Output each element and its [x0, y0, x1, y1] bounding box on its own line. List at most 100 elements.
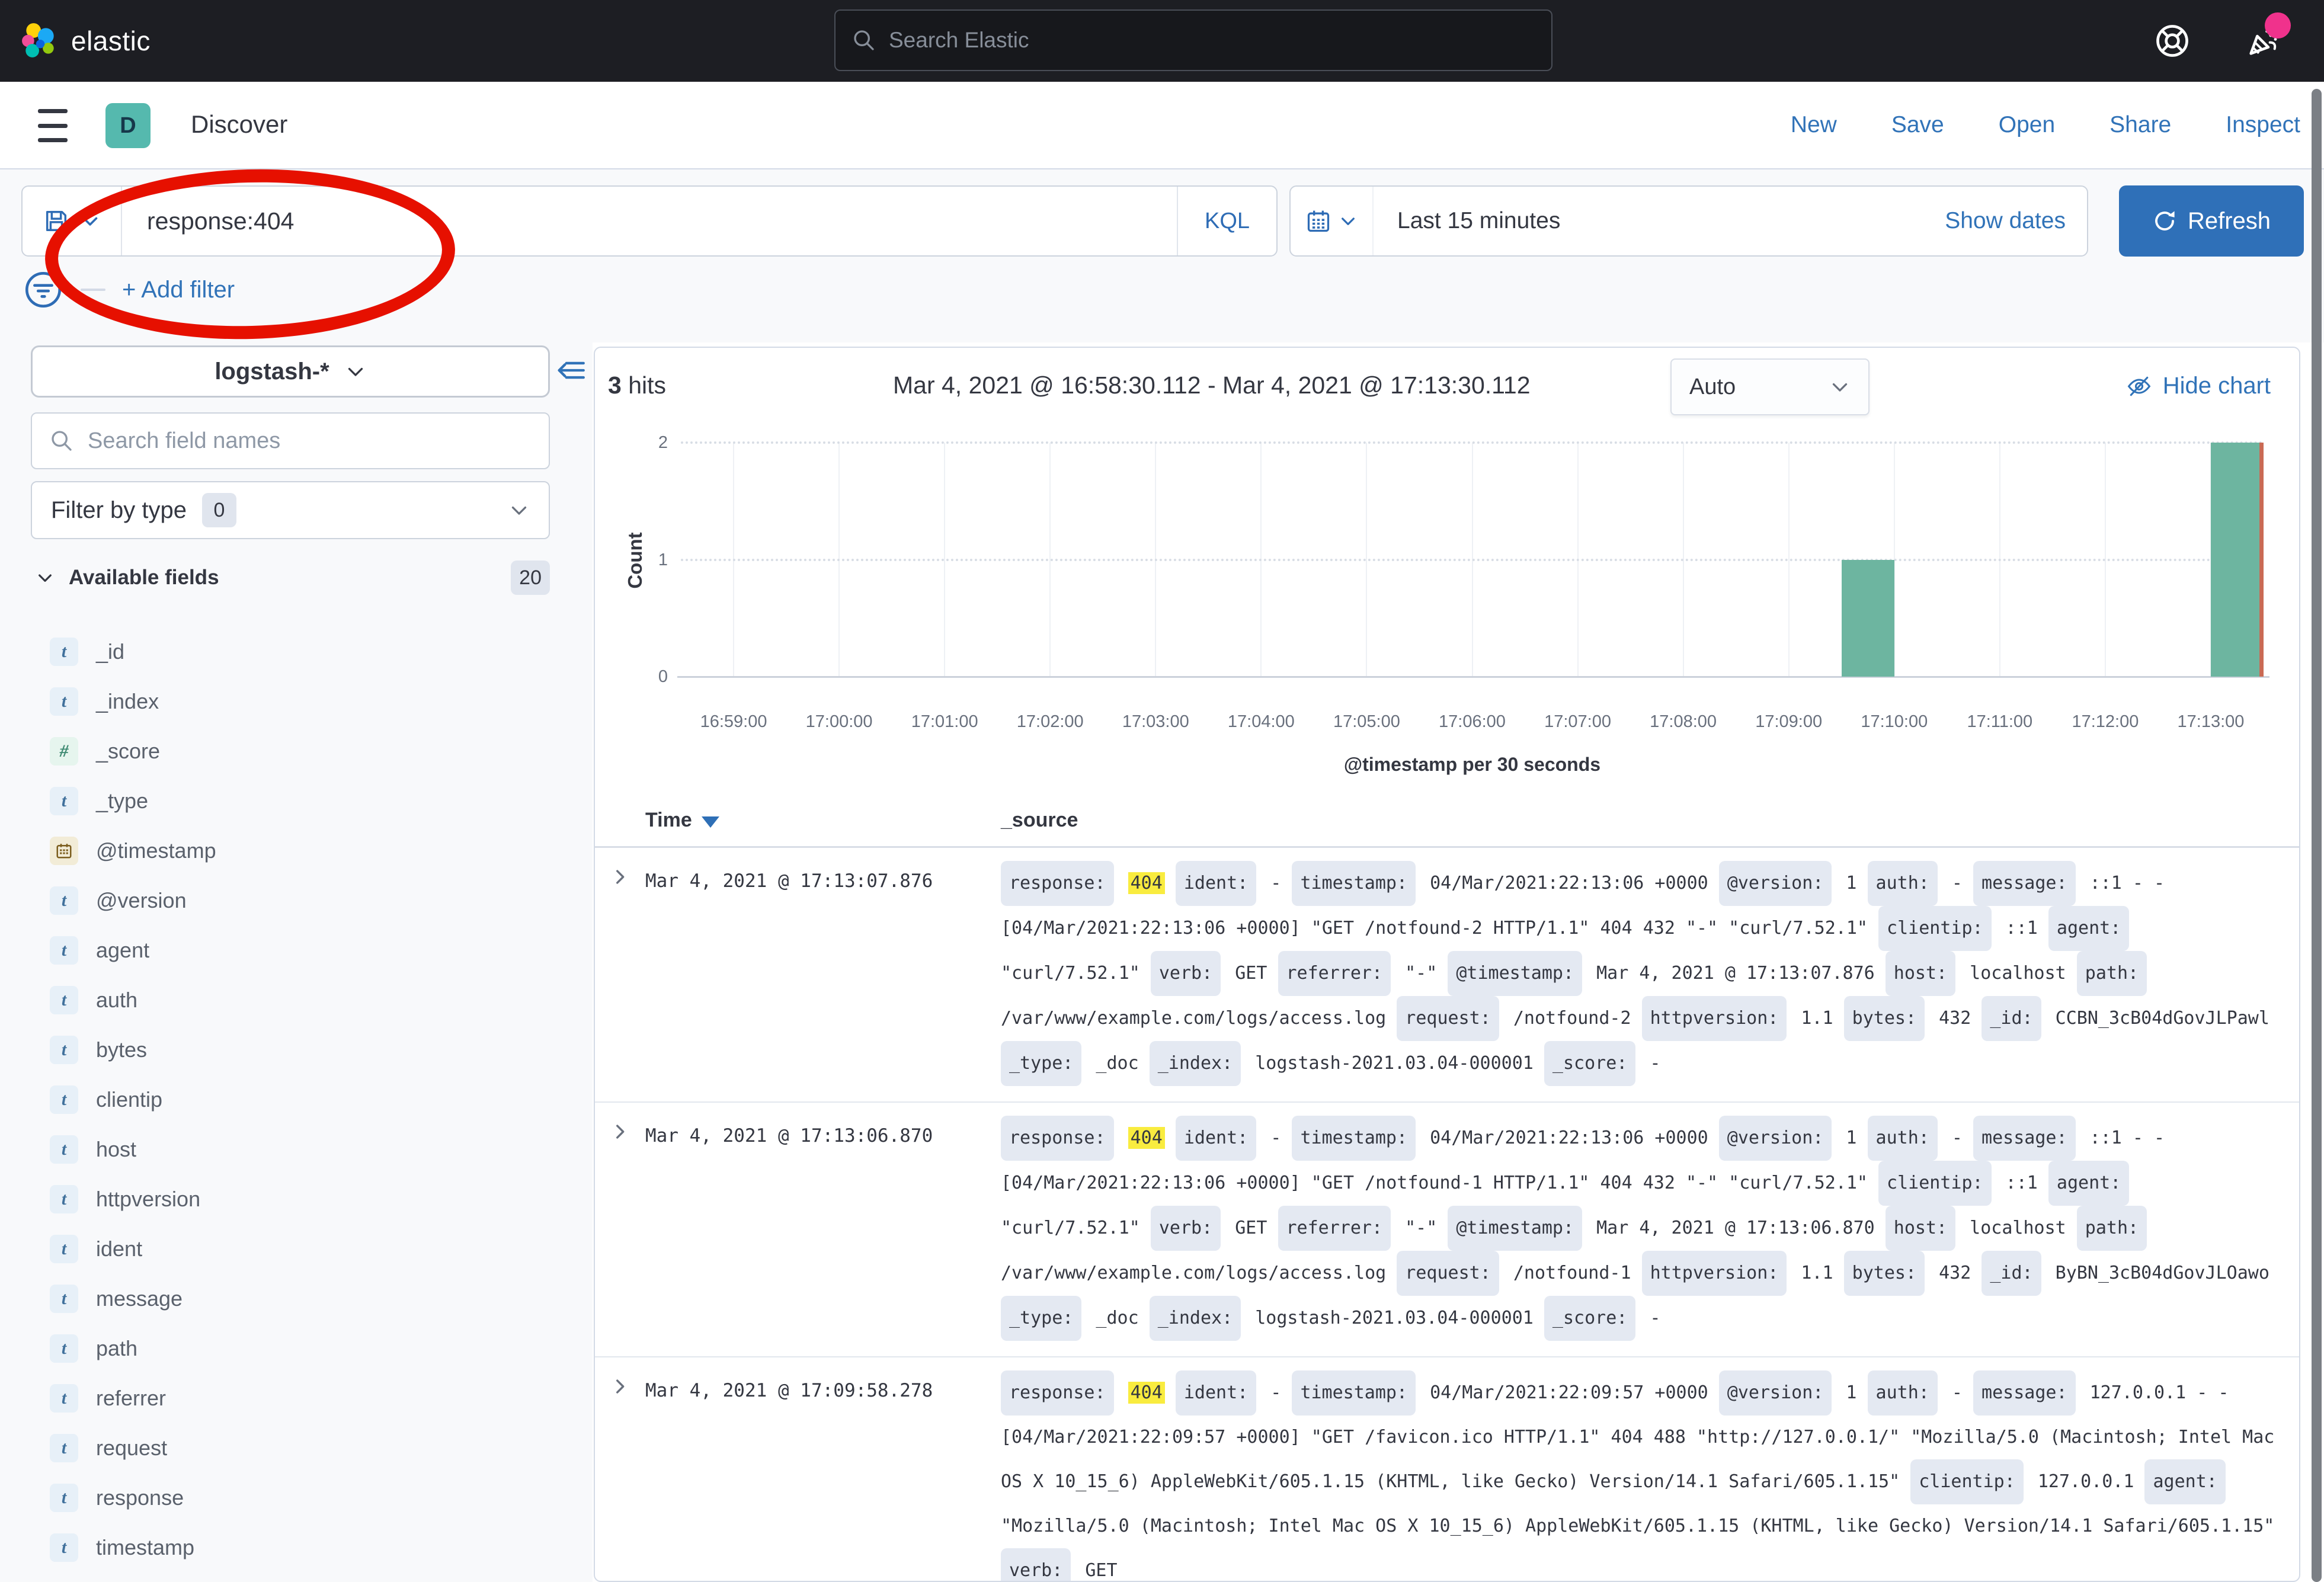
global-search-input[interactable]: Search Elastic — [834, 9, 1552, 71]
elastic-logo-icon — [20, 21, 59, 60]
histogram-bar-17:13:00[interactable] — [2211, 443, 2264, 677]
field-item-version[interactable]: t @version — [0, 876, 593, 925]
app-bar: D Discover NewSaveOpenShareInspect — [0, 82, 2324, 169]
field-item-clientip[interactable]: tclientip — [0, 1075, 593, 1125]
time-picker-quick-menu-button[interactable] — [1291, 187, 1374, 255]
saved-query-menu-button[interactable] — [23, 187, 122, 255]
horizontal-gridline — [681, 441, 2264, 444]
hide-chart-link[interactable]: Hide chart — [2126, 373, 2271, 399]
save-query-icon — [43, 207, 70, 235]
string-token-icon: t — [50, 986, 78, 1014]
discover-results-panel: 3 hits Mar 4, 2021 @ 16:58:30.112 - Mar … — [594, 347, 2300, 1582]
field-item-auth[interactable]: tauth — [0, 975, 593, 1025]
query-language-button[interactable]: KQL — [1177, 187, 1276, 255]
field-item-httpversion[interactable]: thttpversion — [0, 1174, 593, 1224]
row-timestamp: Mar 4, 2021 @ 17:13:06.870 — [645, 1116, 1001, 1341]
collapse-sidebar-icon[interactable] — [553, 353, 588, 388]
news-party-popper-icon[interactable] — [2245, 22, 2283, 60]
field-item-type[interactable]: t_type — [0, 776, 593, 826]
x-axis-tick-label: 17:10:00 — [1841, 712, 1948, 732]
source-field-badge: timestamp: — [1292, 1370, 1416, 1416]
source-field-badge: timestamp: — [1292, 1116, 1416, 1161]
source-field-badge: referrer: — [1278, 951, 1391, 996]
available-fields-header[interactable]: Available fields 20 — [36, 561, 550, 595]
source-field-badge: clientip: — [1878, 906, 1992, 951]
y-axis-tick-label: 2 — [626, 433, 668, 453]
field-search-input[interactable]: Search field names — [31, 412, 550, 469]
expand-row-chevron-icon[interactable] — [610, 861, 645, 1086]
histogram-bar-17:09:30[interactable] — [1842, 560, 1894, 677]
source-field-badge: _index: — [1150, 1296, 1241, 1341]
field-search-placeholder: Search field names — [88, 428, 280, 454]
nav-action-open[interactable]: Open — [1999, 112, 2055, 138]
source-field-badge: host: — [1886, 1206, 1955, 1251]
row-source: response: 404 ident: - timestamp: 04/Mar… — [1001, 861, 2275, 1086]
highlighted-value: 404 — [1128, 1127, 1165, 1149]
x-axis-tick-label: 16:59:00 — [680, 712, 787, 732]
add-filter-link[interactable]: + Add filter — [122, 277, 235, 303]
field-item-response[interactable]: tresponse — [0, 1473, 593, 1523]
field-item-message[interactable]: tmessage — [0, 1274, 593, 1324]
field-item-request[interactable]: trequest — [0, 1423, 593, 1473]
field-item-path[interactable]: tpath — [0, 1324, 593, 1373]
nav-action-share[interactable]: Share — [2109, 112, 2171, 138]
fields-sidebar: logstash-* Search field names Filter by … — [0, 342, 593, 1582]
field-item-agent[interactable]: tagent — [0, 925, 593, 975]
time-range-display[interactable]: Last 15 minutes — [1374, 208, 1945, 234]
row-timestamp: Mar 4, 2021 @ 17:13:07.876 — [645, 861, 1001, 1086]
field-item-referrer[interactable]: treferrer — [0, 1373, 593, 1423]
source-field-badge: @timestamp: — [1448, 1206, 1582, 1251]
field-item-ident[interactable]: tident — [0, 1224, 593, 1274]
histogram-chart[interactable]: Count 16:59:0017:00:0017:01:0017:02:0017… — [595, 431, 2299, 798]
field-name: ident — [96, 1237, 142, 1261]
field-name: _index — [96, 689, 159, 714]
source-field-badge: @version: — [1719, 1116, 1832, 1161]
search-icon — [852, 28, 876, 52]
chart-time-range-title: Mar 4, 2021 @ 16:58:30.112 - Mar 4, 2021… — [893, 372, 1531, 399]
field-item-score[interactable]: # _score — [0, 726, 593, 776]
field-item-timestamp[interactable]: @timestamp — [0, 826, 593, 876]
search-icon — [50, 429, 73, 453]
expand-row-chevron-icon[interactable] — [610, 1116, 645, 1341]
vertical-scrollbar[interactable] — [2312, 89, 2322, 1582]
show-dates-link[interactable]: Show dates — [1945, 208, 2087, 234]
kql-query-input[interactable]: response:404 — [122, 207, 1177, 235]
x-axis-tick-label: 17:06:00 — [1419, 712, 1526, 732]
documents-table-body: Mar 4, 2021 @ 17:13:07.876response: 404 … — [595, 848, 2299, 1582]
menu-hamburger-icon[interactable] — [38, 109, 68, 142]
nav-action-new[interactable]: New — [1791, 112, 1837, 138]
field-item-id[interactable]: t_id — [0, 627, 593, 677]
expand-row-chevron-icon[interactable] — [610, 1370, 645, 1582]
field-item-bytes[interactable]: tbytes — [0, 1025, 593, 1075]
field-name: _score — [96, 739, 160, 764]
source-field-badge: @version: — [1719, 1370, 1832, 1416]
help-life-buoy-icon[interactable] — [2153, 22, 2191, 60]
index-pattern-select[interactable]: logstash-* — [31, 345, 550, 398]
row-timestamp: Mar 4, 2021 @ 17:09:58.278 — [645, 1370, 1001, 1582]
interval-select[interactable]: Auto — [1670, 358, 1870, 415]
source-field-badge: @version: — [1719, 861, 1832, 906]
field-item-index[interactable]: t_index — [0, 677, 593, 726]
field-name: @timestamp — [96, 838, 216, 863]
field-item-timestamp[interactable]: ttimestamp — [0, 1523, 593, 1573]
time-column-header[interactable]: Time — [645, 809, 719, 832]
refresh-button[interactable]: Refresh — [2119, 185, 2304, 257]
elastic-brand[interactable]: elastic — [20, 21, 151, 60]
filter-circle-icon[interactable] — [23, 269, 64, 310]
filter-by-type-select[interactable]: Filter by type 0 — [31, 481, 550, 539]
source-field-badge: ident: — [1176, 861, 1256, 906]
discover-app-badge[interactable]: D — [105, 103, 151, 148]
index-pattern-label: logstash-* — [215, 358, 329, 385]
source-field-badge: referrer: — [1278, 1206, 1391, 1251]
string-token-icon: t — [50, 1235, 78, 1263]
field-item-host[interactable]: thost — [0, 1125, 593, 1174]
string-token-icon: t — [50, 886, 78, 915]
chevron-down-icon — [79, 210, 101, 232]
source-field-badge: verb: — [1151, 1206, 1221, 1251]
nav-action-save[interactable]: Save — [1891, 112, 1944, 138]
nav-action-inspect[interactable]: Inspect — [2226, 112, 2300, 138]
number-token-icon: # — [50, 737, 78, 766]
highlighted-value: 404 — [1128, 1382, 1165, 1404]
notification-dot — [2265, 12, 2291, 39]
field-name: @version — [96, 888, 187, 913]
